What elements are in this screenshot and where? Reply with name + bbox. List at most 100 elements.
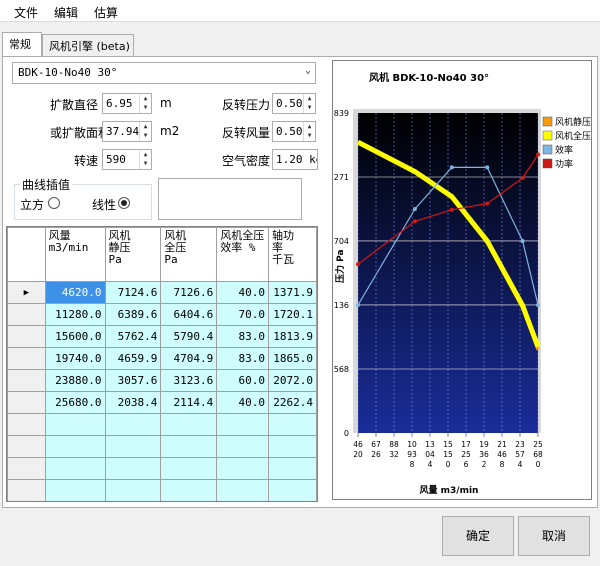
table-cell[interactable]: 4704.9 bbox=[160, 347, 218, 370]
notes-textbox[interactable] bbox=[158, 178, 302, 220]
table-row[interactable]: 23880.0 3057.6 3123.6 60.0 2072.0 bbox=[7, 369, 317, 392]
table-cell[interactable] bbox=[44, 413, 106, 436]
table-cell[interactable]: 1371.9 bbox=[267, 281, 317, 304]
menu-estimate[interactable]: 估算 bbox=[94, 4, 118, 21]
table-cell[interactable]: 3123.6 bbox=[160, 369, 218, 392]
table-cell[interactable]: 4620.0 bbox=[44, 281, 106, 304]
row-indicator[interactable] bbox=[7, 435, 46, 458]
table-cell[interactable] bbox=[160, 435, 218, 458]
tab-fan-engine[interactable]: 风机引擎 (beta) bbox=[42, 34, 134, 56]
table-row[interactable]: 25680.0 2038.4 2114.4 40.0 2262.4 bbox=[7, 391, 317, 414]
table-cell[interactable]: 1865.0 bbox=[267, 347, 317, 370]
table-cell[interactable] bbox=[267, 435, 317, 458]
col-header-total-pressure[interactable]: 风机 全压 Pa bbox=[160, 227, 218, 282]
table-cell[interactable] bbox=[160, 413, 218, 436]
table-cell[interactable]: 70.0 bbox=[216, 303, 269, 326]
table-cell[interactable] bbox=[160, 479, 218, 501]
table-cell[interactable] bbox=[44, 435, 106, 458]
table-cell[interactable]: 6389.6 bbox=[104, 303, 162, 326]
reverse-flow-spinner[interactable]: ▲ ▼ bbox=[303, 122, 315, 141]
speed-spinner[interactable]: ▲ ▼ bbox=[139, 150, 151, 169]
row-indicator[interactable] bbox=[7, 369, 46, 392]
table-cell[interactable]: 2038.4 bbox=[104, 391, 162, 414]
linear-radio[interactable] bbox=[118, 197, 130, 209]
row-indicator[interactable] bbox=[7, 479, 46, 501]
cubic-radio[interactable] bbox=[48, 197, 60, 209]
table-cell[interactable]: 1720.1 bbox=[267, 303, 317, 326]
diffuser-diameter-field[interactable]: 6.95 ▲ ▼ bbox=[102, 93, 152, 114]
table-cell[interactable]: 7126.6 bbox=[160, 281, 218, 304]
table-cell[interactable] bbox=[104, 479, 162, 501]
spin-down-icon[interactable]: ▼ bbox=[140, 159, 151, 168]
table-cell[interactable] bbox=[267, 479, 317, 501]
table-row[interactable] bbox=[7, 413, 317, 436]
row-indicator[interactable] bbox=[7, 303, 46, 326]
table-cell[interactable]: 5790.4 bbox=[160, 325, 218, 348]
row-indicator[interactable] bbox=[7, 457, 46, 480]
col-header-shaft-power[interactable]: 轴功率千瓦 bbox=[267, 227, 317, 282]
table-cell[interactable]: 3057.6 bbox=[104, 369, 162, 392]
table-cell[interactable] bbox=[104, 457, 162, 480]
table-cell[interactable]: 40.0 bbox=[216, 391, 269, 414]
air-density-field[interactable]: 1.20 kg/ bbox=[272, 149, 318, 170]
spin-down-icon[interactable]: ▼ bbox=[304, 103, 315, 112]
table-cell[interactable]: 60.0 bbox=[216, 369, 269, 392]
table-row[interactable]: ▶ 4620.0 7124.6 7126.6 40.0 1371.9 bbox=[7, 281, 317, 304]
table-row[interactable]: 15600.0 5762.4 5790.4 83.0 1813.9 bbox=[7, 325, 317, 348]
table-cell[interactable] bbox=[267, 413, 317, 436]
row-indicator[interactable] bbox=[7, 325, 46, 348]
table-cell[interactable] bbox=[216, 413, 269, 436]
speed-field[interactable]: 590 ▲ ▼ bbox=[102, 149, 152, 170]
table-cell[interactable] bbox=[104, 435, 162, 458]
table-cell[interactable]: 5762.4 bbox=[104, 325, 162, 348]
menu-edit[interactable]: 编辑 bbox=[54, 4, 78, 21]
diffuser-area-spinner[interactable]: ▲ ▼ bbox=[139, 122, 151, 141]
table-cell[interactable]: 40.0 bbox=[216, 281, 269, 304]
diffuser-diameter-spinner[interactable]: ▲ ▼ bbox=[139, 94, 151, 113]
row-indicator-icon[interactable]: ▶ bbox=[7, 281, 46, 304]
tab-general[interactable]: 常规 bbox=[2, 32, 42, 56]
table-cell[interactable]: 15600.0 bbox=[44, 325, 106, 348]
table-row[interactable] bbox=[7, 479, 317, 501]
model-select[interactable]: BDK-10-No40 30° ⌄ bbox=[12, 62, 316, 84]
table-cell[interactable]: 2072.0 bbox=[267, 369, 317, 392]
row-indicator[interactable] bbox=[7, 391, 46, 414]
cancel-button[interactable]: 取消 bbox=[518, 516, 590, 556]
table-cell[interactable]: 83.0 bbox=[216, 325, 269, 348]
table-cell[interactable] bbox=[216, 457, 269, 480]
spin-down-icon[interactable]: ▼ bbox=[304, 131, 315, 140]
table-row[interactable] bbox=[7, 457, 317, 480]
col-header-efficiency[interactable]: 风机全压 效率 % bbox=[216, 227, 269, 282]
table-cell[interactable] bbox=[216, 479, 269, 501]
spin-down-icon[interactable]: ▼ bbox=[140, 131, 151, 140]
spin-down-icon[interactable]: ▼ bbox=[140, 103, 151, 112]
table-cell[interactable]: 6404.6 bbox=[160, 303, 218, 326]
table-cell[interactable]: 1813.9 bbox=[267, 325, 317, 348]
row-indicator[interactable] bbox=[7, 413, 46, 436]
reverse-pressure-spinner[interactable]: ▲ ▼ bbox=[303, 94, 315, 113]
row-indicator[interactable] bbox=[7, 347, 46, 370]
table-cell[interactable]: 7124.6 bbox=[104, 281, 162, 304]
table-cell[interactable]: 19740.0 bbox=[44, 347, 106, 370]
table-cell[interactable]: 4659.9 bbox=[104, 347, 162, 370]
chevron-down-icon[interactable]: ⌄ bbox=[305, 65, 311, 76]
reverse-pressure-field[interactable]: 0.50 ▲ ▼ bbox=[272, 93, 316, 114]
diffuser-area-field[interactable]: 37.94 ▲ ▼ bbox=[102, 121, 152, 142]
table-cell[interactable]: 83.0 bbox=[216, 347, 269, 370]
table-cell[interactable]: 25680.0 bbox=[44, 391, 106, 414]
spin-up-icon[interactable]: ▲ bbox=[140, 94, 151, 103]
col-header-static-pressure[interactable]: 风机 静压 Pa bbox=[104, 227, 162, 282]
table-row[interactable] bbox=[7, 435, 317, 458]
reverse-flow-field[interactable]: 0.50 ▲ ▼ bbox=[272, 121, 316, 142]
col-header-flow[interactable]: 风量 m3/min bbox=[44, 227, 106, 282]
table-row[interactable]: 11280.0 6389.6 6404.6 70.0 1720.1 bbox=[7, 303, 317, 326]
spin-up-icon[interactable]: ▲ bbox=[304, 122, 315, 131]
table-cell[interactable]: 2114.4 bbox=[160, 391, 218, 414]
spin-up-icon[interactable]: ▲ bbox=[140, 122, 151, 131]
table-cell[interactable]: 23880.0 bbox=[44, 369, 106, 392]
spin-up-icon[interactable]: ▲ bbox=[140, 150, 151, 159]
table-cell[interactable] bbox=[44, 457, 106, 480]
table-row[interactable]: 19740.0 4659.9 4704.9 83.0 1865.0 bbox=[7, 347, 317, 370]
table-cell[interactable] bbox=[160, 457, 218, 480]
table-cell[interactable] bbox=[44, 479, 106, 501]
